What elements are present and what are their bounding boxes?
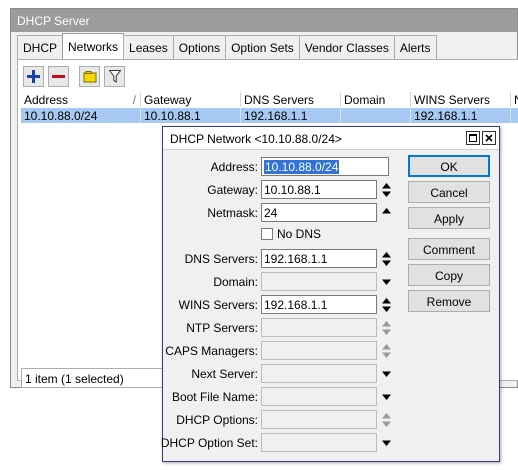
no-dns-row: No DNS xyxy=(261,227,321,241)
caps-managers-row: CAPS Managers: xyxy=(163,341,403,361)
address-row: Address: 10.10.88.0/24 xyxy=(163,157,403,177)
dns-servers-label: DNS Servers: xyxy=(184,252,258,266)
domain-input[interactable] xyxy=(261,272,377,291)
ntp-servers-updown-icon[interactable] xyxy=(381,320,392,336)
dns-servers-input[interactable]: 192.168.1.1 xyxy=(261,249,377,268)
address-input[interactable]: 10.10.88.0/24 xyxy=(261,157,389,176)
dns-servers-row: DNS Servers: 192.168.1.1 xyxy=(163,249,403,269)
dns-servers-updown-icon[interactable] xyxy=(381,251,392,267)
netmask-label: Netmask: xyxy=(207,206,258,220)
netmask-input[interactable]: 24 xyxy=(261,203,377,222)
gateway-label: Gateway: xyxy=(207,183,258,197)
tab-leases[interactable]: Leases xyxy=(123,35,174,59)
comment-button[interactable] xyxy=(79,66,100,87)
boot-file-name-label: Boot File Name: xyxy=(171,390,258,404)
next-server-label: Next Server: xyxy=(191,367,258,381)
caps-managers-label: CAPS Managers: xyxy=(165,344,258,358)
dhcp-option-set-row: DHCP Option Set: xyxy=(160,433,403,453)
apply-button[interactable]: Apply xyxy=(408,207,490,229)
caps-managers-input[interactable] xyxy=(261,341,377,360)
toolbar xyxy=(23,66,125,87)
dhcp-option-set-label: DHCP Option Set: xyxy=(160,436,258,450)
domain-dropdown-icon[interactable] xyxy=(381,274,392,290)
column-header-wins-servers[interactable]: WINS Servers xyxy=(411,92,511,107)
cell-address: 10.10.88.0/24 xyxy=(21,108,141,123)
dhcp-network-dialog: DHCP Network <10.10.88.0/24> Address: 10… xyxy=(160,126,500,462)
column-header-gateway[interactable]: Gateway xyxy=(141,92,241,107)
cell-wins-servers: 192.168.1.1 xyxy=(411,108,511,123)
boot-file-name-dropdown-icon[interactable] xyxy=(381,389,392,405)
next-server-input[interactable] xyxy=(261,364,377,383)
tab-options[interactable]: Options xyxy=(172,35,227,59)
maximize-button[interactable] xyxy=(466,131,480,145)
tab-option-sets[interactable]: Option Sets xyxy=(225,35,300,59)
filter-icon xyxy=(108,70,121,83)
domain-label: Domain: xyxy=(213,275,258,289)
cell-dns-servers: 192.168.1.1 xyxy=(241,108,341,123)
next-server-row: Next Server: xyxy=(163,364,403,384)
maximize-icon xyxy=(469,134,477,142)
tab-bar: DHCP Networks Leases Options Option Sets… xyxy=(17,33,437,59)
filter-button[interactable] xyxy=(104,66,125,87)
cell-gateway: 10.10.88.1 xyxy=(141,108,241,123)
address-label: Address: xyxy=(210,160,258,174)
dhcp-options-label: DHCP Options: xyxy=(176,413,258,427)
boot-file-name-row: Boot File Name: xyxy=(163,387,403,407)
minus-icon xyxy=(52,75,65,78)
cancel-button[interactable]: Cancel xyxy=(408,181,490,203)
plus-icon xyxy=(27,70,40,83)
dhcp-option-set-input[interactable] xyxy=(261,433,377,452)
boot-file-name-input[interactable] xyxy=(261,387,377,406)
domain-row: Domain: xyxy=(163,272,403,292)
netmask-row: Netmask: 24 xyxy=(163,203,403,223)
dhcp-option-set-dropdown-icon[interactable] xyxy=(381,435,392,451)
table-header: Address / Gateway DNS Servers Domain WINS… xyxy=(21,92,518,107)
table-row[interactable]: 10.10.88.0/24 10.10.88.1 192.168.1.1 192… xyxy=(21,108,518,123)
no-dns-label: No DNS xyxy=(277,227,322,241)
column-header-dns-servers[interactable]: DNS Servers xyxy=(241,92,341,107)
wins-servers-input[interactable]: 192.168.1.1 xyxy=(261,295,377,314)
sort-indicator-icon: / xyxy=(132,93,136,107)
column-header-address[interactable]: Address / xyxy=(21,92,141,107)
remove-button[interactable] xyxy=(48,66,69,87)
column-header-domain[interactable]: Domain xyxy=(341,92,411,107)
ntp-servers-label: NTP Servers: xyxy=(186,321,258,335)
wins-servers-row: WINS Servers: 192.168.1.1 xyxy=(163,295,403,315)
dhcp-options-input[interactable] xyxy=(261,410,377,429)
dhcp-options-row: DHCP Options: xyxy=(163,410,403,430)
window-title: DHCP Server xyxy=(11,9,517,32)
ntp-servers-row: NTP Servers: xyxy=(163,318,403,338)
ntp-servers-input[interactable] xyxy=(261,318,377,337)
close-icon xyxy=(485,134,493,142)
close-button[interactable] xyxy=(482,131,496,145)
remove-button[interactable]: Remove xyxy=(408,290,490,312)
caps-managers-updown-icon[interactable] xyxy=(381,343,392,359)
column-header-ne[interactable]: Ne xyxy=(511,92,518,107)
tab-alerts[interactable]: Alerts xyxy=(393,35,437,59)
gateway-updown-icon[interactable] xyxy=(381,182,392,198)
tab-dhcp[interactable]: DHCP xyxy=(17,35,64,59)
dialog-controls xyxy=(466,131,496,145)
dialog-title: DHCP Network <10.10.88.0/24> xyxy=(163,127,499,150)
gateway-input[interactable]: 10.10.88.1 xyxy=(261,180,377,199)
add-button[interactable] xyxy=(23,66,44,87)
tab-vendor-classes[interactable]: Vendor Classes xyxy=(298,35,395,59)
wins-servers-label: WINS Servers: xyxy=(178,298,258,312)
copy-button[interactable]: Copy xyxy=(408,264,490,286)
dhcp-options-updown-icon[interactable] xyxy=(381,412,392,428)
netmask-up-icon[interactable] xyxy=(381,205,392,221)
next-server-dropdown-icon[interactable] xyxy=(381,366,392,382)
ok-button[interactable]: OK xyxy=(408,155,490,177)
gateway-row: Gateway: 10.10.88.1 xyxy=(163,180,403,200)
tab-networks[interactable]: Networks xyxy=(62,33,125,59)
note-icon xyxy=(83,70,96,82)
no-dns-checkbox[interactable] xyxy=(261,228,273,240)
wins-servers-updown-icon[interactable] xyxy=(381,297,392,313)
comment-button[interactable]: Comment xyxy=(408,238,490,260)
cell-domain xyxy=(341,108,411,123)
